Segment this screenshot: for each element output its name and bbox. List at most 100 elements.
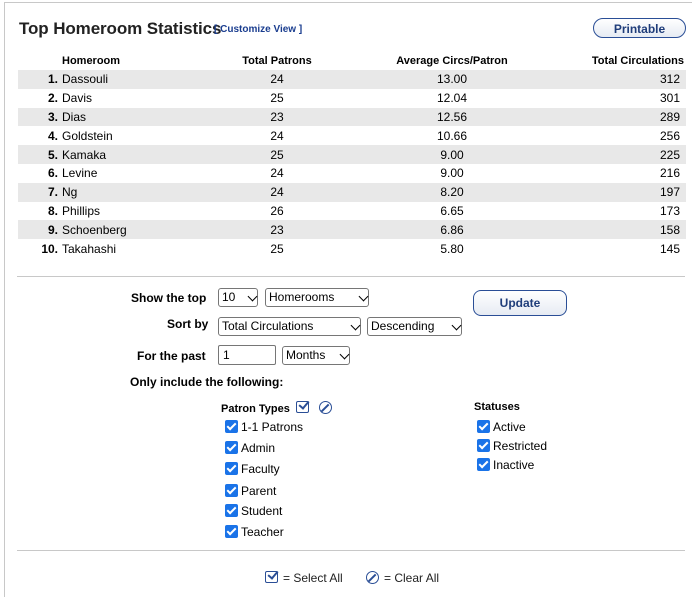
status-label: Active: [493, 420, 526, 434]
homeroom-stats-table: Homeroom Total Patrons Average Circs/Pat…: [18, 51, 686, 258]
row-average-circs: 6.65: [440, 203, 464, 218]
row-rank: 9.: [18, 220, 60, 240]
row-total-circulations: 145: [659, 241, 680, 256]
row-total-patrons: 25: [270, 241, 284, 256]
row-total-patrons: 24: [270, 166, 284, 181]
customize-bracket-open: [: [214, 24, 218, 35]
row-total-patrons: 23: [212, 220, 342, 240]
row-total-patrons: 26: [270, 203, 284, 218]
patron-type-label: Teacher: [241, 525, 284, 539]
patron-type-checkbox-teacher[interactable]: [225, 525, 238, 538]
column-header-rank: [18, 51, 60, 70]
row-total-circulations: 197: [562, 182, 686, 202]
row-total-patrons: 23: [212, 107, 342, 127]
page-title: Top Homeroom Statistics: [19, 19, 222, 38]
printable-button[interactable]: Printable: [593, 18, 686, 38]
for-past-unit-value: Months: [286, 348, 326, 362]
only-include-label: Only include the following:: [130, 375, 284, 389]
row-homeroom: Levine: [62, 166, 98, 181]
patron-type-label: Admin: [241, 441, 276, 455]
row-homeroom: Takahashi: [62, 241, 117, 256]
row-rank: 3.: [18, 107, 60, 127]
table-row: 1. Dassouli 24 13.00 312: [18, 70, 686, 89]
table-row: 9. Schoenberg 23 6.86 158: [18, 220, 686, 240]
row-total-circulations: 289: [562, 107, 686, 127]
sort-by-label: Sort by: [167, 317, 209, 331]
row-total-circulations: 225: [562, 145, 686, 164]
row-total-circulations: 158: [562, 220, 686, 240]
show-top-type-select[interactable]: Homerooms: [265, 288, 369, 307]
status-checkbox-inactive[interactable]: [477, 458, 490, 471]
table-row: 10. Takahashi 25 5.80 145: [18, 239, 686, 258]
statuses-title: Statuses: [474, 401, 520, 413]
row-average-circs: 12.04: [436, 91, 468, 106]
row-average-circs: 5.80: [440, 241, 464, 256]
row-homeroom: Ng: [60, 182, 212, 202]
patron-type-checkbox-student[interactable]: [225, 504, 238, 517]
table-row: 5. Kamaka 25 9.00 225: [18, 145, 686, 164]
row-homeroom: Schoenberg: [60, 220, 212, 240]
table-row: 3. Dias 23 12.56 289: [18, 107, 686, 127]
row-total-circulations: 312: [562, 70, 686, 89]
show-top-label: Show the top: [131, 291, 207, 305]
patron-type-label: Parent: [241, 484, 277, 498]
row-total-patrons: 25: [270, 91, 284, 106]
customize-view-link[interactable]: Customize View: [220, 24, 296, 35]
update-button[interactable]: Update: [473, 290, 567, 316]
row-rank: 2.: [47, 91, 58, 106]
select-all-patron-types-icon[interactable]: [296, 401, 309, 413]
row-average-circs: 9.00: [342, 145, 562, 164]
clear-all-legend-icon: [366, 571, 379, 584]
patron-type-checkbox-parent[interactable]: [225, 484, 238, 497]
patron-type-label: Student: [241, 504, 283, 518]
status-checkbox-restricted[interactable]: [477, 439, 490, 452]
show-top-count-select[interactable]: 10: [218, 288, 258, 307]
status-label: Inactive: [493, 458, 535, 472]
table-header-row: Homeroom Total Patrons Average Circs/Pat…: [18, 51, 686, 70]
patron-types-title: Patron Types: [221, 403, 290, 415]
patron-type-label: 1-1 Patrons: [241, 420, 304, 434]
sort-by-select[interactable]: Total Circulations: [218, 317, 361, 336]
table-row: 4. Goldstein 24 10.66 256: [18, 126, 686, 145]
row-homeroom: Dias: [60, 107, 212, 127]
select-all-legend-icon: [265, 571, 278, 583]
table-row: 6. Levine 24 9.00 216: [18, 164, 686, 183]
sort-order-select[interactable]: Descending: [367, 317, 462, 336]
row-homeroom: Goldstein: [62, 128, 113, 143]
for-past-input[interactable]: 1: [218, 345, 276, 365]
select-all-legend: = Select All: [283, 571, 343, 585]
row-rank: 10.: [41, 241, 58, 256]
column-header-total-circulations: Total Circulations: [591, 54, 684, 67]
row-total-patrons: 24: [270, 128, 284, 143]
column-header-homeroom: Homeroom: [62, 54, 121, 67]
sort-order-value: Descending: [371, 319, 435, 333]
row-rank: 7.: [18, 182, 60, 202]
status-checkbox-active[interactable]: [477, 420, 490, 433]
table-row: 8. Phillips 26 6.65 173: [18, 202, 686, 221]
row-total-patrons: 24: [212, 70, 342, 89]
clear-all-patron-types-icon[interactable]: [319, 401, 332, 414]
row-total-circulations: 256: [659, 128, 680, 143]
row-rank: 6.: [47, 166, 58, 181]
customize-bracket-close: ]: [298, 24, 303, 35]
row-average-circs: 10.66: [436, 128, 468, 143]
patron-type-label: Faculty: [241, 462, 280, 476]
sort-by-value: Total Circulations: [222, 319, 314, 333]
show-top-type-value: Homerooms: [269, 290, 335, 304]
row-total-circulations: 301: [659, 91, 680, 106]
row-average-circs: 8.20: [342, 182, 562, 202]
divider: [17, 276, 685, 277]
patron-type-checkbox-faculty[interactable]: [225, 462, 238, 475]
customize-view: [ Customize View ]: [214, 24, 302, 35]
divider: [17, 550, 685, 551]
patron-type-checkbox-1-1-patrons[interactable]: [225, 420, 238, 433]
row-average-circs: 12.56: [342, 107, 562, 127]
row-homeroom: Davis: [62, 91, 93, 106]
row-average-circs: 13.00: [342, 70, 562, 89]
row-total-patrons: 25: [212, 145, 342, 164]
for-past-unit-select[interactable]: Months: [282, 346, 350, 365]
column-header-average-circs: Average Circs/Patron: [396, 54, 508, 67]
row-total-patrons: 24: [212, 182, 342, 202]
row-total-circulations: 173: [659, 203, 680, 218]
patron-type-checkbox-admin[interactable]: [225, 441, 238, 454]
